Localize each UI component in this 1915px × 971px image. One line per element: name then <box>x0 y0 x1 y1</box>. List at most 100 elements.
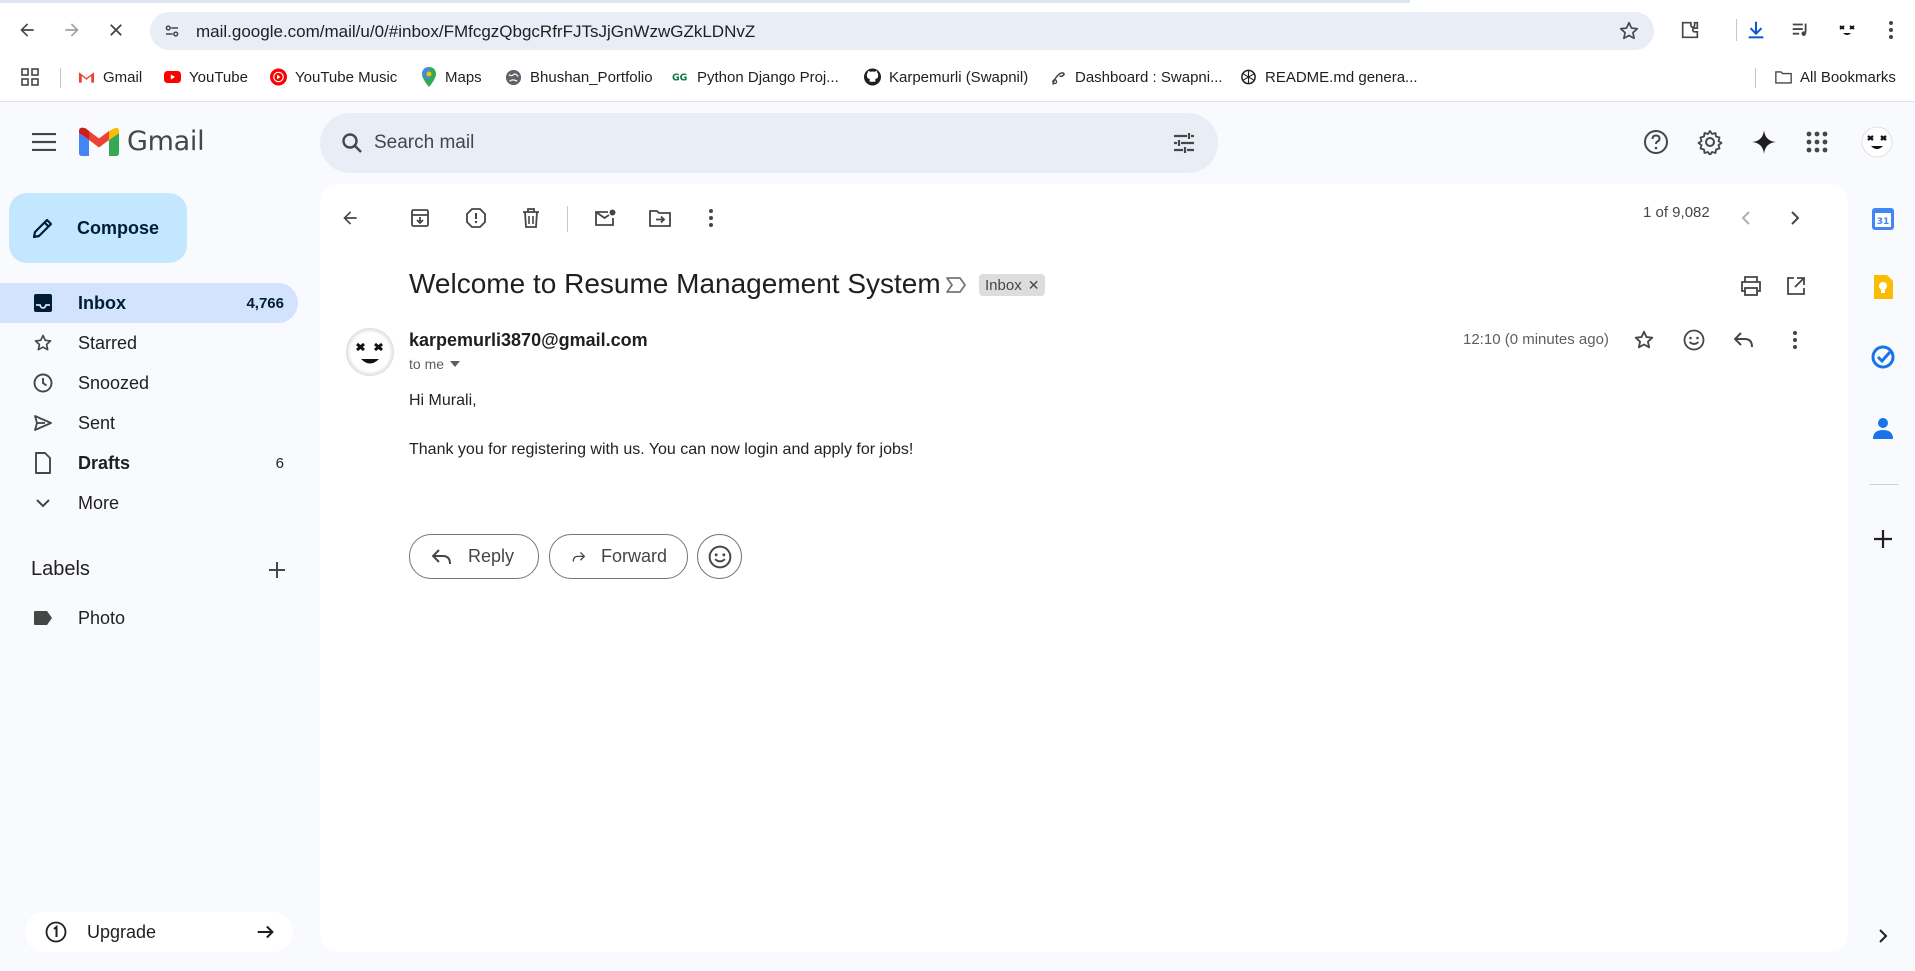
archive-button[interactable] <box>402 200 438 236</box>
move-to-button[interactable] <box>642 200 678 236</box>
message-more-button[interactable] <box>1777 322 1813 358</box>
gemini-sparkle-icon[interactable] <box>1744 122 1784 162</box>
google-apps-icon[interactable] <box>1797 122 1837 162</box>
search-input[interactable] <box>374 127 1074 159</box>
upgrade-button[interactable]: Upgrade <box>25 912 293 952</box>
nav-inbox[interactable]: Inbox 4,766 <box>0 283 298 323</box>
bookmarks-divider <box>60 68 61 88</box>
bookmarks-bar: Gmail YouTube YouTube Music Maps Bhushan… <box>0 62 1915 102</box>
clock-icon <box>32 372 54 394</box>
mark-unread-button[interactable] <box>587 200 623 236</box>
recipient-details[interactable]: to me <box>409 356 461 372</box>
apps-grid-icon[interactable] <box>21 62 39 92</box>
remove-label-icon[interactable]: ✕ <box>1028 277 1040 294</box>
download-icon[interactable] <box>1741 15 1771 45</box>
compose-button[interactable]: Compose <box>9 193 187 263</box>
settings-gear-icon[interactable] <box>1690 122 1730 162</box>
search-options-icon[interactable] <box>1166 125 1202 161</box>
search-icon[interactable] <box>334 125 370 161</box>
contacts-app-icon[interactable] <box>1867 412 1899 444</box>
tasks-app-icon[interactable] <box>1867 341 1899 373</box>
get-addons-icon[interactable] <box>1867 523 1899 555</box>
delete-button[interactable] <box>513 200 549 236</box>
back-button[interactable] <box>10 13 44 47</box>
bookmark-karpemurli-github[interactable]: Karpemurli (Swapnil) <box>864 62 1028 92</box>
trash-icon <box>523 208 539 228</box>
nav-drafts[interactable]: Drafts 6 <box>0 443 298 483</box>
tune-icon <box>165 25 179 37</box>
all-bookmarks-button[interactable]: All Bookmarks <box>1775 62 1896 92</box>
reply-button[interactable]: Reply <box>409 534 539 579</box>
nav-label: Starred <box>78 332 138 353</box>
sender-email[interactable]: karpemurli3870@gmail.com <box>409 330 648 351</box>
extensions-icon[interactable] <box>1675 15 1705 45</box>
nav-sent[interactable]: Sent <box>0 403 298 443</box>
search-bar[interactable] <box>320 113 1218 173</box>
print-button[interactable] <box>1733 268 1769 304</box>
reply-icon-button[interactable] <box>1726 322 1762 358</box>
bookmark-label: YouTube Music <box>295 68 398 86</box>
back-arrow-icon <box>20 23 34 37</box>
address-bar[interactable]: mail.google.com/mail/u/0/#inbox/FMfcgzQb… <box>150 12 1654 50</box>
nav-more[interactable]: More <box>0 483 298 523</box>
support-icon[interactable] <box>1636 122 1676 162</box>
browser-menu-icon[interactable] <box>1876 15 1906 45</box>
profile-avatar-icon[interactable] <box>1832 15 1862 45</box>
nav-label: Snoozed <box>78 372 150 393</box>
report-spam-button[interactable] <box>458 200 494 236</box>
nav-starred[interactable]: Starred <box>0 323 298 363</box>
bookmarks-divider <box>1755 68 1756 88</box>
reply-icon <box>432 548 451 564</box>
open-new-window-button[interactable] <box>1778 268 1814 304</box>
calendar-app-icon[interactable]: 31 <box>1867 203 1899 235</box>
inbox-icon <box>32 292 54 314</box>
nav-snoozed[interactable]: Snoozed <box>0 363 298 403</box>
sender-avatar[interactable] <box>344 326 396 378</box>
older-message-button[interactable] <box>1777 200 1813 236</box>
star-icon <box>32 332 54 354</box>
upgrade-label: Upgrade <box>87 921 157 942</box>
message-pager: 1 of 9,082 <box>1643 204 1710 221</box>
label-photo[interactable]: Photo <box>0 598 298 638</box>
dashboard-icon <box>1050 69 1067 86</box>
forward-arrow-icon <box>65 23 79 37</box>
toolbar-divider <box>567 206 568 232</box>
bookmark-maps[interactable]: Maps <box>420 62 482 92</box>
star-message-button[interactable] <box>1626 322 1662 358</box>
forward-button[interactable]: Forward <box>549 534 688 579</box>
bookmark-bhushan-portfolio[interactable]: Bhushan_Portfolio <box>505 62 653 92</box>
bookmark-dashboard[interactable]: Dashboard : Swapni... <box>1050 62 1223 92</box>
mark-unread-icon <box>595 209 616 226</box>
site-info-button[interactable] <box>158 17 186 45</box>
expand-side-panel-icon[interactable] <box>1867 920 1899 952</box>
bookmark-readme-generator[interactable]: README.md genera... <box>1240 62 1418 92</box>
svg-text:31: 31 <box>1877 217 1890 227</box>
forward-label: Forward <box>600 546 667 566</box>
stop-loading-button[interactable] <box>99 13 133 47</box>
keep-app-icon[interactable] <box>1867 271 1899 303</box>
loading-progress-bar <box>0 0 1410 3</box>
media-control-icon[interactable] <box>1786 15 1816 45</box>
account-avatar[interactable] <box>1857 122 1897 162</box>
bookmark-label: Maps <box>445 68 482 86</box>
bookmark-python-django[interactable]: GG Python Django Proj... <box>672 62 839 92</box>
more-vert-icon <box>1793 331 1797 349</box>
youtube-icon <box>164 69 181 86</box>
back-to-inbox-button[interactable] <box>332 200 368 236</box>
gmail-logo[interactable]: Gmail <box>79 126 205 157</box>
nav-label: Inbox <box>78 292 126 313</box>
bookmark-youtube-music[interactable]: YouTube Music <box>270 62 397 92</box>
bookmark-youtube[interactable]: YouTube <box>164 62 248 92</box>
bookmark-gmail[interactable]: Gmail <box>78 62 142 92</box>
emoji-reaction-button[interactable] <box>697 534 742 579</box>
add-label-icon[interactable] <box>262 555 292 585</box>
bookmark-star-icon[interactable] <box>1618 20 1640 42</box>
url-text: mail.google.com/mail/u/0/#inbox/FMfcgzQb… <box>196 22 756 41</box>
main-menu-button[interactable] <box>24 122 64 162</box>
more-actions-button[interactable] <box>693 200 729 236</box>
forward-button[interactable] <box>55 13 89 47</box>
side-panel-divider <box>1870 484 1898 485</box>
newer-message-button[interactable] <box>1728 200 1764 236</box>
importance-marker-icon[interactable] <box>945 276 967 294</box>
add-reaction-button[interactable] <box>1676 322 1712 358</box>
